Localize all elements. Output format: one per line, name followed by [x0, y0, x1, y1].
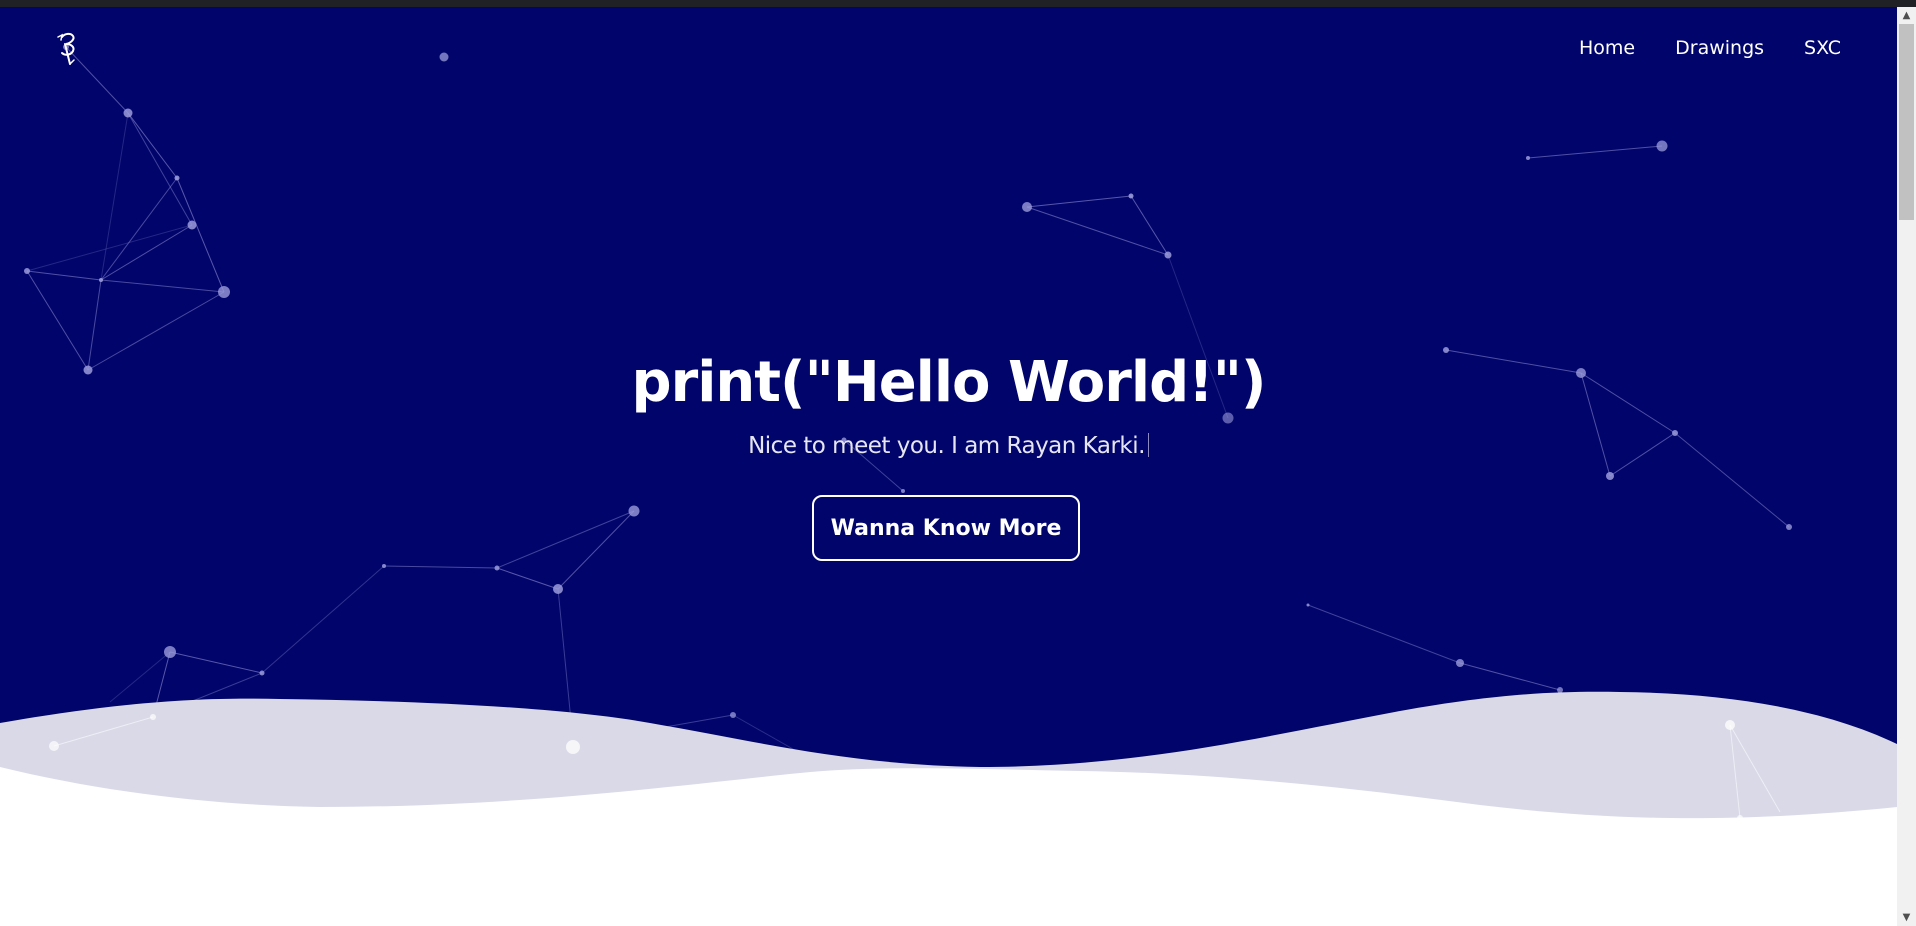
nav-item-drawings[interactable]: Drawings: [1675, 37, 1764, 59]
typing-caret: [1147, 433, 1149, 457]
nav-item-sxc[interactable]: SXC: [1804, 37, 1841, 59]
page-scrollbar[interactable]: ▲ ▼: [1897, 7, 1916, 926]
nav-item-home[interactable]: Home: [1579, 37, 1635, 59]
scroll-thumb[interactable]: [1899, 24, 1914, 220]
stylized-signature-logo-icon[interactable]: [56, 29, 86, 69]
know-more-button[interactable]: Wanna Know More: [812, 495, 1080, 561]
browser-top-strip: [0, 0, 1916, 7]
particles-background: [0, 7, 1897, 926]
scroll-up-arrow-icon[interactable]: ▲: [1897, 7, 1916, 24]
scroll-down-arrow-icon[interactable]: ▼: [1897, 909, 1916, 926]
hero-subtitle: Nice to meet you. I am Rayan Karki.: [748, 433, 1145, 459]
top-nav: Home Drawings SXC: [1579, 37, 1841, 59]
hero-subtitle-row: Nice to meet you. I am Rayan Karki.: [0, 433, 1897, 459]
hero-section: Home Drawings SXC print("Hello World!") …: [0, 7, 1897, 926]
hero-title: print("Hello World!"): [631, 350, 1267, 415]
